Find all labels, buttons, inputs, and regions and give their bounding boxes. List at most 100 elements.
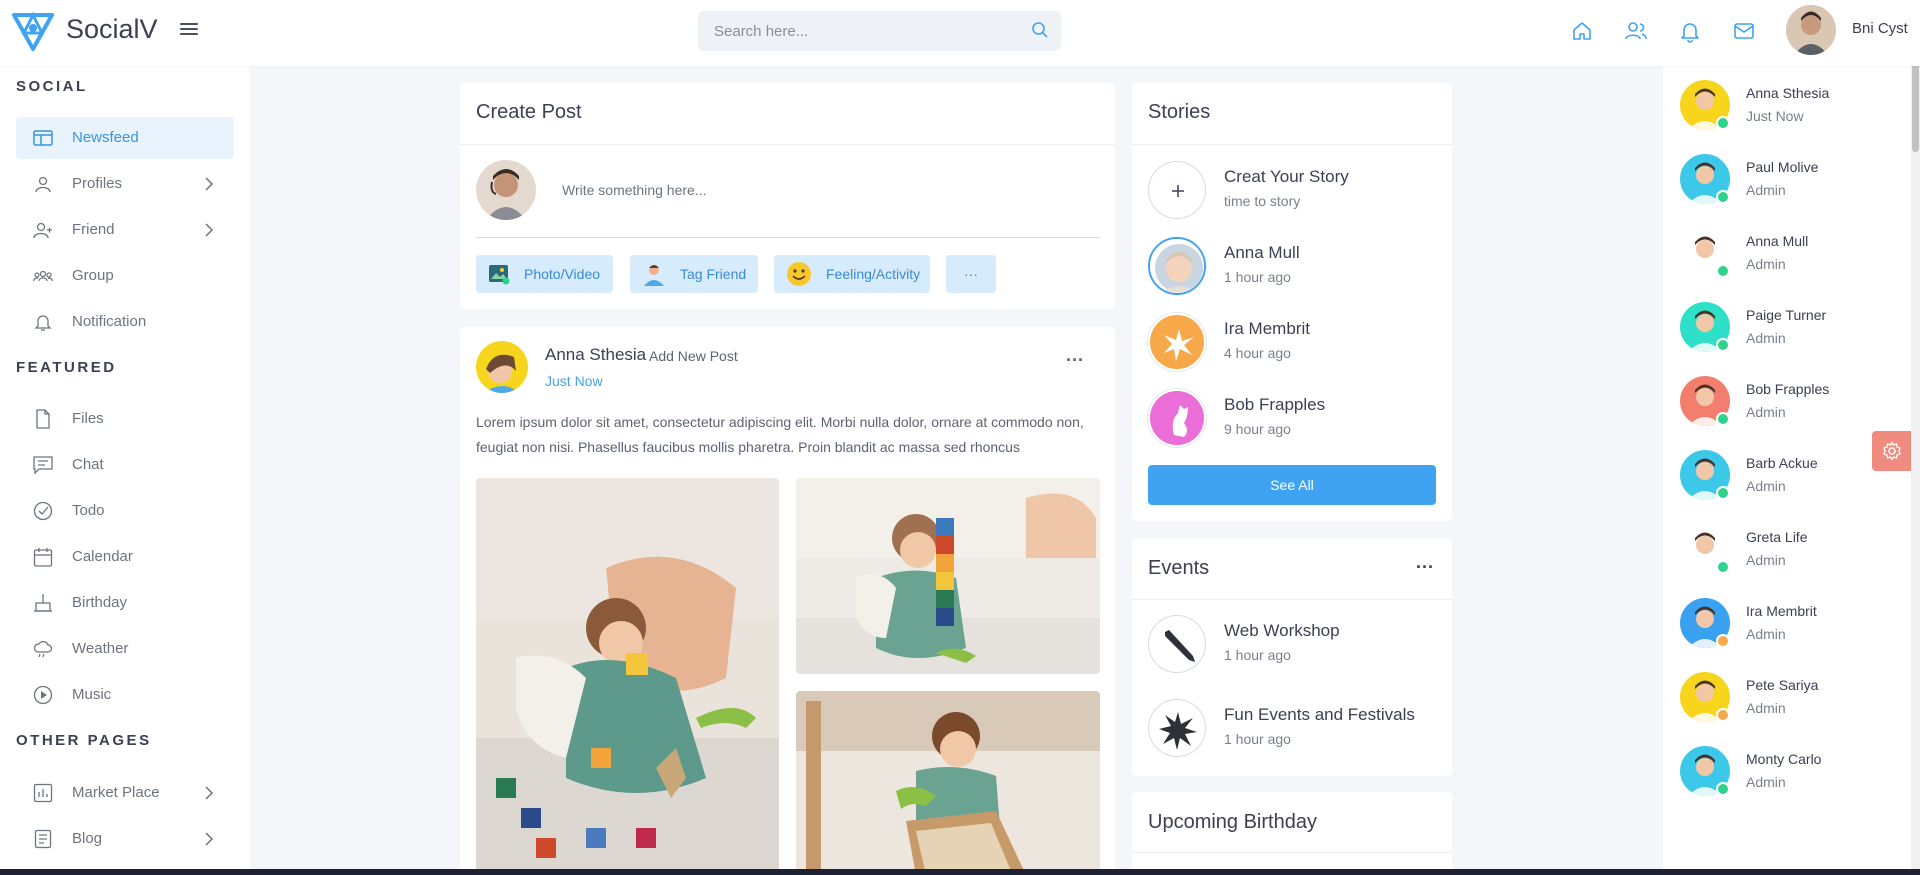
divider — [1132, 144, 1452, 145]
search-icon[interactable] — [1031, 21, 1049, 39]
divider — [1132, 852, 1452, 853]
post-photo-large[interactable] — [476, 478, 779, 875]
sidebar-item-newsfeed[interactable]: Newsfeed — [16, 117, 234, 159]
chevron-right-icon — [205, 786, 214, 800]
contact-role: Just Now — [1746, 108, 1804, 124]
friends-icon[interactable] — [1624, 19, 1648, 43]
chevron-right-icon — [205, 223, 214, 237]
contact-item[interactable]: Anna Sthesia Just Now — [1680, 80, 1880, 140]
sidebar-item-label: Profiles — [72, 175, 123, 192]
search-input[interactable] — [698, 11, 998, 51]
event-item[interactable]: Web Workshop 1 hour ago — [1148, 615, 1448, 677]
photo-video-button[interactable]: Photo/Video — [476, 255, 613, 293]
sidebar-item-notification[interactable]: Notification — [16, 301, 234, 343]
brand-name[interactable]: SocialV — [66, 14, 158, 45]
search-box — [698, 11, 1061, 51]
story-item[interactable]: Bob Frapples 9 hour ago — [1148, 389, 1448, 451]
status-dot — [1716, 338, 1730, 352]
post-composer-input[interactable]: Write something here... — [562, 182, 706, 198]
contact-item[interactable]: Monty Carlo Admin — [1680, 746, 1880, 806]
composer-avatar — [476, 160, 536, 220]
feeling-activity-button[interactable]: Feeling/Activity — [774, 255, 930, 293]
sidebar-item-chat[interactable]: Chat — [16, 444, 234, 486]
sidebar-item-label: Friend — [72, 221, 115, 238]
post-photo-top-right[interactable] — [796, 478, 1100, 674]
chevron-right-icon — [205, 832, 214, 846]
story-avatar — [1148, 313, 1206, 371]
tag-friend-button[interactable]: Tag Friend — [630, 255, 758, 293]
sidebar-item-group[interactable]: Group — [16, 255, 234, 297]
contact-role: Admin — [1746, 182, 1786, 198]
left-sidebar: SOCIAL Newsfeed Profiles Friend Group No… — [0, 66, 250, 875]
contact-role: Admin — [1746, 774, 1786, 790]
calendar-icon — [33, 548, 53, 567]
more-actions-button[interactable]: ··· — [946, 255, 996, 293]
weather-icon — [33, 640, 53, 658]
post-author-name[interactable]: Anna Sthesia — [545, 345, 646, 365]
divider — [1132, 599, 1452, 600]
story-item[interactable]: Ira Membrit 4 hour ago — [1148, 313, 1448, 375]
bell-icon[interactable] — [1678, 19, 1702, 43]
status-dot — [1716, 116, 1730, 130]
settings-button[interactable] — [1872, 431, 1912, 471]
see-all-stories-button[interactable]: See All — [1148, 465, 1436, 505]
events-title: Events — [1148, 557, 1210, 579]
home-icon[interactable] — [1570, 19, 1594, 43]
sidebar-item-label: Birthday — [72, 594, 128, 611]
menu-toggle-icon[interactable] — [180, 20, 198, 38]
contact-item[interactable]: Barb Ackue Admin — [1680, 450, 1880, 510]
sidebar-item-music[interactable]: Music — [16, 674, 234, 716]
contact-item[interactable]: Pete Sariya Admin — [1680, 672, 1880, 732]
event-item[interactable]: Fun Events and Festivals 1 hour ago — [1148, 699, 1448, 761]
contact-role: Admin — [1746, 256, 1786, 272]
contact-item[interactable]: Anna Mull Admin — [1680, 228, 1880, 288]
sidebar-item-weather[interactable]: Weather — [16, 628, 234, 670]
post-body-text: Lorem ipsum dolor sit amet, consectetur … — [476, 414, 1084, 455]
contact-name: Greta Life — [1746, 529, 1808, 545]
contact-name: Bob Frapples — [1746, 381, 1830, 397]
sidebar-item-calendar[interactable]: Calendar — [16, 536, 234, 578]
file-icon — [36, 409, 50, 429]
events-options-icon[interactable]: ··· — [1416, 557, 1434, 578]
contact-item[interactable]: Greta Life Admin — [1680, 524, 1880, 584]
story-time: 9 hour ago — [1224, 421, 1291, 437]
story-item-create[interactable]: Creat Your Story time to story — [1148, 161, 1448, 223]
story-name: Bob Frapples — [1224, 395, 1326, 414]
user-name[interactable]: Bni Cyst — [1852, 20, 1908, 37]
divider — [476, 237, 1100, 238]
contact-item[interactable]: Paige Turner Admin — [1680, 302, 1880, 362]
logo-icon[interactable] — [10, 9, 56, 53]
contact-item[interactable]: Ira Membrit Admin — [1680, 598, 1880, 658]
sidebar-item-blog[interactable]: Blog — [16, 818, 234, 860]
contact-name: Ira Membrit — [1746, 603, 1817, 619]
post-author-avatar[interactable] — [476, 341, 528, 393]
status-dot — [1716, 782, 1730, 796]
user-avatar[interactable] — [1786, 5, 1836, 55]
sidebar-item-profiles[interactable]: Profiles — [16, 163, 234, 205]
contact-name: Paige Turner — [1746, 307, 1827, 323]
sidebar-item-files[interactable]: Files — [16, 398, 234, 440]
sidebar-item-label: Group — [72, 267, 114, 284]
sidebar-item-market-place[interactable]: Market Place — [16, 772, 234, 814]
sidebar-item-label: Chat — [72, 456, 104, 473]
friends-icon — [33, 222, 52, 239]
sidebar-item-birthday[interactable]: Birthday — [16, 582, 234, 624]
chip-label: Photo/Video — [524, 266, 601, 282]
event-name: Web Workshop — [1224, 621, 1340, 640]
story-item[interactable]: Anna Mull 1 hour ago — [1148, 237, 1448, 299]
post-photo-bottom-right[interactable] — [796, 691, 1100, 875]
contact-item[interactable]: Paul Molive Admin — [1680, 154, 1880, 214]
bottom-bar — [0, 869, 1920, 875]
check-circle-icon — [33, 501, 53, 521]
sidebar-item-friend[interactable]: Friend — [16, 209, 234, 251]
sidebar-item-todo[interactable]: Todo — [16, 490, 234, 532]
contact-item[interactable]: Bob Frapples Admin — [1680, 376, 1880, 436]
post-options-icon[interactable]: ··· — [1066, 350, 1084, 371]
sidebar-item-label: Newsfeed — [72, 129, 139, 146]
user-icon — [35, 176, 51, 193]
mail-icon[interactable] — [1732, 19, 1756, 43]
story-name: Anna Mull — [1224, 243, 1300, 262]
chat-icon — [33, 456, 53, 475]
smiley-icon — [787, 262, 811, 286]
status-dot — [1716, 634, 1730, 648]
